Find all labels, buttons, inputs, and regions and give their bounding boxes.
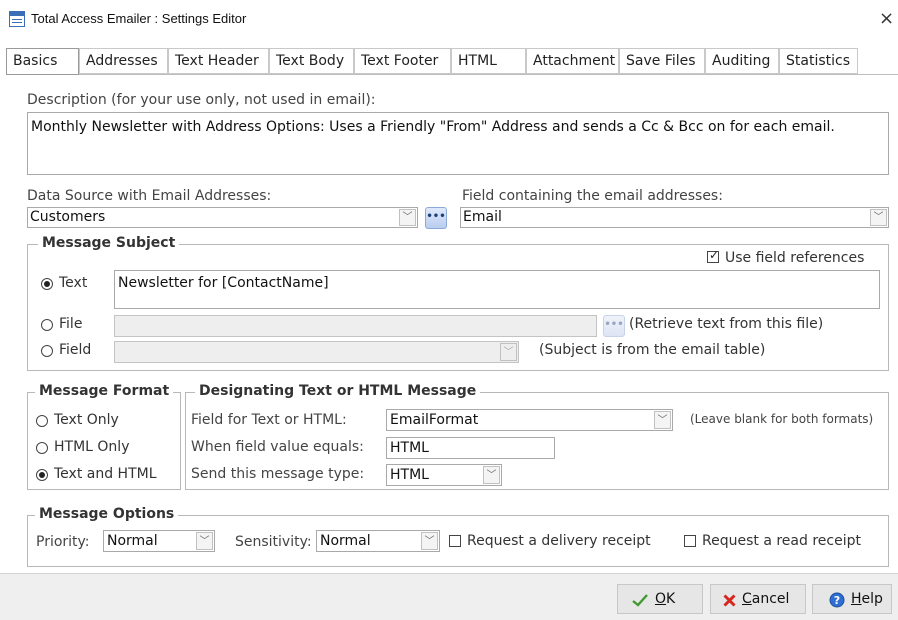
data-source-browse-button[interactable]: ••• bbox=[425, 207, 447, 229]
subject-field-radio[interactable] bbox=[41, 345, 53, 357]
use-field-references-label: Use field references bbox=[725, 250, 865, 266]
tab-statistics[interactable]: Statistics bbox=[779, 48, 858, 74]
email-field-value: Email bbox=[463, 209, 502, 225]
format-html-only-radio[interactable] bbox=[36, 442, 48, 454]
help-accel: H bbox=[851, 591, 862, 607]
chevron-down-icon[interactable]: ﹀ bbox=[654, 411, 671, 429]
tab-text-header[interactable]: Text Header bbox=[168, 48, 269, 74]
cancel-label: ancel bbox=[751, 591, 790, 607]
help-icon: ? bbox=[829, 592, 845, 608]
cancel-button[interactable]: Cancel bbox=[710, 584, 806, 614]
designating-field-value: EmailFormat bbox=[390, 412, 479, 428]
tab-strip: Basics Addresses Text Header Text Body T… bbox=[6, 48, 864, 75]
subject-file-input[interactable] bbox=[114, 315, 597, 337]
sensitivity-value: Normal bbox=[320, 533, 371, 549]
designating-field-label: Field for Text or HTML: bbox=[191, 412, 347, 428]
designating-send-label: Send this message type: bbox=[191, 466, 365, 482]
subject-text-value: Newsletter for [ContactName] bbox=[118, 275, 329, 291]
svg-text:?: ? bbox=[834, 594, 840, 607]
chevron-down-icon[interactable]: ﹀ bbox=[483, 466, 500, 484]
subject-field-combo[interactable]: ﹀ bbox=[114, 341, 519, 363]
description-label: Description (for your use only, not used… bbox=[27, 92, 376, 108]
ok-label: K bbox=[666, 591, 676, 607]
priority-value: Normal bbox=[107, 533, 158, 549]
chevron-down-icon[interactable]: ﹀ bbox=[421, 532, 438, 550]
format-text-only-radio[interactable] bbox=[36, 415, 48, 427]
tab-auditing[interactable]: Auditing bbox=[705, 48, 779, 74]
format-text-and-html-label: Text and HTML bbox=[54, 466, 157, 482]
tab-panel-border bbox=[6, 74, 898, 75]
subject-text-label: Text bbox=[59, 275, 88, 291]
help-label: elp bbox=[861, 591, 883, 607]
priority-label: Priority: bbox=[36, 534, 90, 550]
use-field-references-checkbox[interactable] bbox=[707, 248, 719, 263]
subject-text-radio[interactable] bbox=[41, 278, 53, 290]
cancel-accel: C bbox=[742, 591, 752, 607]
window-title: Total Access Emailer : Settings Editor bbox=[31, 11, 247, 26]
tab-addresses[interactable]: Addresses bbox=[79, 48, 168, 74]
data-source-value: Customers bbox=[30, 209, 106, 225]
designating-equals-value: HTML bbox=[390, 440, 429, 456]
x-icon bbox=[723, 594, 736, 607]
tab-text-body[interactable]: Text Body bbox=[269, 48, 354, 74]
designating-equals-input[interactable]: HTML bbox=[386, 437, 555, 459]
format-text-and-html-radio[interactable] bbox=[36, 469, 48, 481]
designating-send-combo[interactable]: HTML ﹀ bbox=[386, 464, 502, 486]
chevron-down-icon[interactable]: ﹀ bbox=[399, 209, 416, 226]
tab-attachment[interactable]: Attachment bbox=[526, 48, 619, 74]
designating-equals-label: When field value equals: bbox=[191, 439, 364, 455]
sensitivity-label: Sensitivity: bbox=[235, 534, 312, 550]
format-text-only-label: Text Only bbox=[54, 412, 119, 428]
description-value: Monthly Newsletter with Address Options:… bbox=[31, 119, 835, 135]
delivery-receipt-label: Request a delivery receipt bbox=[467, 533, 651, 549]
message-options-title: Message Options bbox=[35, 506, 179, 522]
tab-html[interactable]: HTML bbox=[451, 48, 526, 74]
ok-accel: O bbox=[655, 591, 667, 607]
data-source-label: Data Source with Email Addresses: bbox=[27, 188, 272, 204]
subject-file-radio[interactable] bbox=[41, 319, 53, 331]
subject-field-hint: (Subject is from the email table) bbox=[539, 342, 766, 358]
read-receipt-checkbox[interactable] bbox=[684, 535, 696, 547]
close-icon[interactable]: × bbox=[879, 8, 894, 29]
delivery-receipt-checkbox[interactable] bbox=[449, 535, 461, 547]
email-field-combo[interactable]: Email ﹀ bbox=[460, 207, 889, 228]
data-source-combo[interactable]: Customers ﹀ bbox=[27, 207, 418, 228]
message-subject-title: Message Subject bbox=[38, 235, 180, 251]
chevron-down-icon[interactable]: ﹀ bbox=[870, 209, 887, 226]
checkmark-icon bbox=[632, 594, 648, 607]
email-field-label: Field containing the email addresses: bbox=[462, 188, 723, 204]
designating-send-value: HTML bbox=[390, 467, 429, 483]
tab-text-footer[interactable]: Text Footer bbox=[354, 48, 451, 74]
help-button[interactable]: ? Help bbox=[812, 584, 892, 614]
designating-field-combo[interactable]: EmailFormat ﹀ bbox=[386, 409, 673, 431]
subject-text-input[interactable]: Newsletter for [ContactName] bbox=[114, 270, 880, 309]
sensitivity-combo[interactable]: Normal ﹀ bbox=[316, 530, 440, 552]
tab-basics[interactable]: Basics bbox=[6, 48, 79, 75]
message-format-title: Message Format bbox=[35, 383, 174, 399]
designating-title: Designating Text or HTML Message bbox=[195, 383, 481, 399]
priority-combo[interactable]: Normal ﹀ bbox=[103, 530, 215, 552]
subject-file-hint: (Retrieve text from this file) bbox=[629, 316, 824, 332]
format-html-only-label: HTML Only bbox=[54, 439, 130, 455]
designating-field-hint: (Leave blank for both formats) bbox=[690, 412, 874, 426]
chevron-down-icon[interactable]: ﹀ bbox=[500, 343, 517, 361]
subject-file-browse-button[interactable]: ••• bbox=[603, 315, 625, 337]
description-field[interactable]: Monthly Newsletter with Address Options:… bbox=[27, 112, 889, 175]
app-form-icon bbox=[9, 11, 25, 27]
tab-save-files[interactable]: Save Files bbox=[619, 48, 705, 74]
title-bar: Total Access Emailer : Settings Editor × bbox=[0, 0, 898, 44]
read-receipt-label: Request a read receipt bbox=[702, 533, 861, 549]
ok-button[interactable]: OK bbox=[617, 584, 703, 614]
subject-file-label: File bbox=[59, 316, 83, 332]
subject-field-label: Field bbox=[59, 342, 92, 358]
chevron-down-icon[interactable]: ﹀ bbox=[196, 532, 213, 550]
